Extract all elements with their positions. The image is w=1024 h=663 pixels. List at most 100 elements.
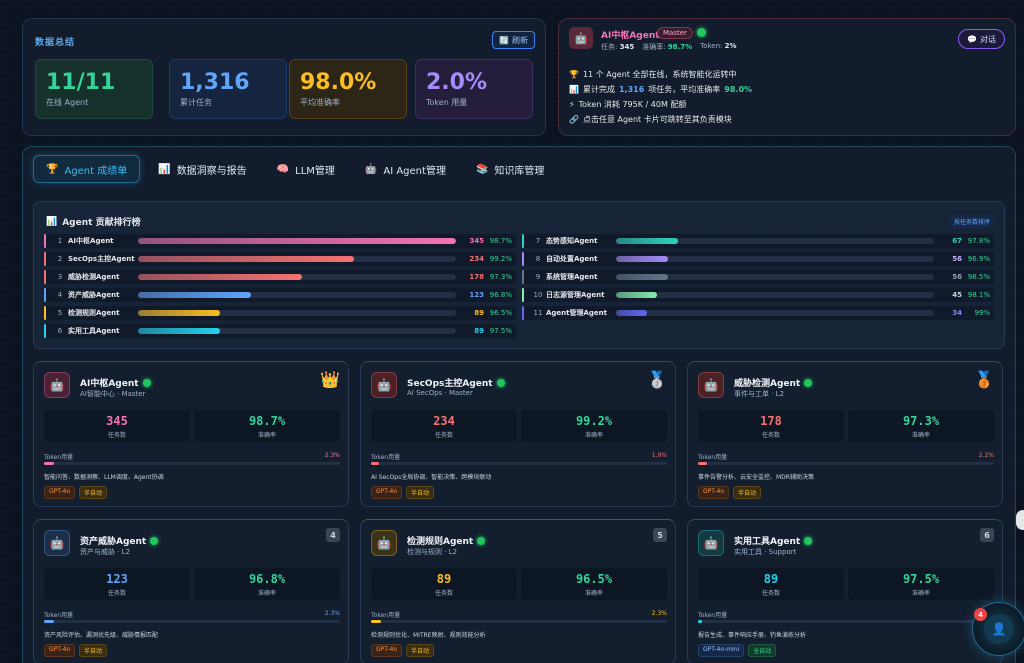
chat-label: 对话 (980, 34, 996, 44)
row-bar-fill (138, 238, 456, 244)
tasks-value: 234 (433, 414, 455, 428)
row-bar-track (616, 292, 934, 298)
refresh-button[interactable]: 🔄 刷新 (492, 31, 535, 49)
agent-card[interactable]: 🤖 检测规则Agent 检测与规则 · L2 5 89 任务数 96.5% 准确率 Token用… (360, 519, 676, 663)
ranking-row[interactable]: 7 态势感知Agent 67 97.8% (522, 234, 994, 248)
row-agent-name: Agent管理Agent (546, 309, 608, 317)
agent-description: 检测规则优化、MITRE映射、规则效能分析 (371, 632, 486, 639)
robot-icon: 🤖 (371, 530, 397, 556)
row-accuracy: 96.5% (967, 273, 990, 281)
ranking-row[interactable]: 6 实用工具Agent 89 97.5% (44, 324, 516, 338)
agent-card[interactable]: 🤖 实用工具Agent 实用工具 · Support 6 89 任务数 97.5% 准确率 To… (687, 519, 1003, 663)
trophy-icon: 🏆 (569, 70, 579, 79)
agent-tags: GPT-4o 半自动 (371, 644, 435, 657)
tasks-label: 任务数 (107, 432, 126, 439)
accuracy-metric: 96.8% 准确率 (194, 568, 340, 600)
tasks-value: 345 (619, 43, 635, 51)
stat-label: Token 用量 (426, 98, 468, 107)
token-usage-row: Token用量 2.3% (44, 610, 340, 619)
row-bar-track (616, 310, 934, 316)
master-badge: Master (657, 27, 693, 39)
agent-tags: GPT-4o 半自动 (44, 486, 108, 499)
ranking-row[interactable]: 9 系统管理Agent 56 96.5% (522, 270, 994, 284)
row-accent (522, 252, 524, 266)
row-bar-track (616, 274, 934, 280)
rank-number: 4 (326, 528, 340, 542)
robot-icon: 🤖 (569, 27, 593, 49)
agent-card[interactable]: 🤖 AI中枢Agent AI智能中心 · Master 👑 345 任务数 98.7% 准确率… (33, 361, 349, 507)
row-rank: 2 (57, 255, 63, 263)
token-label: Token用量 (44, 454, 74, 461)
stat-online-agents: 11/11 在线 Agent (35, 59, 153, 119)
model-tag: GPT-4o (698, 486, 730, 499)
row-bar-track (138, 328, 456, 334)
row-bar-fill (616, 292, 658, 298)
row-task-count: 56 (952, 273, 962, 281)
token-label: Token用量 (698, 612, 728, 619)
master-agent-panel[interactable]: 🤖 AI中枢Agent Master 任务: 345 准确率: 98.7% To… (558, 18, 1016, 136)
agent-subtitle: 资产与威胁 · L2 (80, 548, 131, 556)
ranking-row[interactable]: 1 AI中枢Agent 345 98.7% (44, 234, 516, 248)
tab-llm-management[interactable]: 🧠 LLM管理 (265, 155, 347, 183)
master-stats: 任务: 345 准确率: 98.7% Token: 2% (601, 42, 737, 52)
acc-label: 准确率: (642, 43, 666, 51)
agent-subtitle: 实用工具 · Support (734, 548, 797, 556)
row-accuracy: 96.8% (489, 291, 512, 299)
token-bar-fill (371, 462, 379, 465)
chat-button[interactable]: 💬 对话 (958, 29, 1005, 49)
ranking-row[interactable]: 10 日志源管理Agent 45 98.1% (522, 288, 994, 302)
ranking-row[interactable]: 5 检测规则Agent 89 96.5% (44, 306, 516, 320)
accuracy-metric: 96.5% 准确率 (521, 568, 667, 600)
row-task-count: 56 (952, 255, 962, 263)
tasks-value: 89 (763, 572, 779, 586)
token-percent: 2.3% (324, 452, 340, 459)
agent-subtitle: 事件与工单 · L2 (734, 390, 785, 398)
ranking-row[interactable]: 4 资产威胁Agent 123 96.8% (44, 288, 516, 302)
accuracy-label: 准确率 (584, 432, 603, 439)
scroll-handle[interactable] (1016, 510, 1024, 530)
accuracy-value: 96.8% (248, 572, 286, 586)
ranking-row[interactable]: 8 自动处置Agent 56 96.9% (522, 252, 994, 266)
tasks-label: 任务数 (761, 432, 780, 439)
agent-card[interactable]: 🤖 资产威胁Agent 资产与威胁 · L2 4 123 任务数 96.8% 准确率 Token… (33, 519, 349, 663)
row-rank: 9 (535, 273, 541, 281)
model-tag: GPT-4o (371, 644, 403, 657)
agent-tags: GPT-4o 半自动 (371, 486, 435, 499)
model-tag: GPT-4o (44, 486, 76, 499)
tab-data-insights[interactable]: 📊 数据洞察与报告 (146, 155, 258, 183)
chart-icon: 📊 (569, 85, 579, 94)
row-accuracy: 98.7% (489, 237, 512, 245)
ranking-row[interactable]: 11 Agent管理Agent 34 99% (522, 306, 994, 320)
tab-knowledge-base[interactable]: 📚 知识库管理 (464, 155, 556, 183)
token-bar (44, 620, 340, 623)
row-agent-name: 威胁检测Agent (68, 273, 120, 281)
row-bar-track (138, 238, 456, 244)
accuracy-metric: 97.3% 准确率 (848, 410, 994, 442)
sort-by-tasks-button[interactable]: 按任务数排序 (949, 215, 994, 228)
token-label: Token用量 (698, 454, 728, 461)
token-bar-fill (44, 462, 54, 465)
agent-name: AI中枢Agent (80, 376, 151, 389)
agent-card[interactable]: 🤖 SecOps主控Agent AI SecOps · Master 🥈 234 任务数 9… (360, 361, 676, 507)
tab-ai-agent-management[interactable]: 🤖 AI Agent管理 (353, 155, 458, 183)
accuracy-value: 99.2% (575, 414, 613, 428)
row-accent (44, 324, 46, 338)
ranking-row[interactable]: 3 威胁检测Agent 178 97.3% (44, 270, 516, 284)
token-bar (371, 462, 667, 465)
accuracy-label: 准确率 (257, 590, 276, 597)
tasks-metric: 89 任务数 (698, 568, 844, 600)
ranking-row[interactable]: 2 SecOps主控Agent 234 99.2% (44, 252, 516, 266)
robot-icon: 🤖 (698, 372, 724, 398)
row-bar-fill (138, 256, 354, 262)
row-agent-name: 系统管理Agent (546, 273, 598, 281)
tab-agent-scorecard[interactable]: 🏆 Agent 成绩单 (33, 155, 141, 183)
token-bar (698, 620, 994, 623)
token-bar-fill (698, 620, 703, 623)
chat-icon: 💬 (967, 34, 977, 44)
agent-subtitle: AI SecOps · Master (407, 389, 473, 397)
accuracy-label: 准确率 (257, 432, 276, 439)
agent-name: 威胁检测Agent (734, 376, 813, 389)
agent-card[interactable]: 🤖 威胁检测Agent 事件与工单 · L2 🥉 178 任务数 97.3% 准确率 Token… (687, 361, 1003, 507)
rank-medal-icon: 🥉 (974, 370, 994, 389)
accuracy-label: 准确率 (911, 590, 930, 597)
